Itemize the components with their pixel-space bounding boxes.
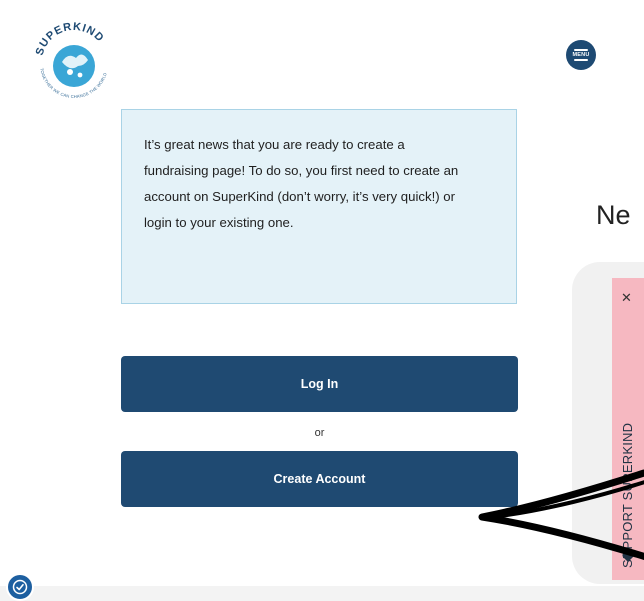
support-tab-label: SUPPORT SUPERKIND xyxy=(620,422,635,568)
menu-label: MENU xyxy=(572,52,590,58)
accessibility-button[interactable] xyxy=(6,573,34,601)
support-tab[interactable]: ✕ SUPPORT SUPERKIND xyxy=(612,278,644,580)
heart-icon xyxy=(622,552,634,562)
accessibility-icon xyxy=(12,579,28,595)
info-box: It’s great news that you are ready to cr… xyxy=(121,109,517,304)
menu-icon xyxy=(574,49,588,51)
superkind-logo[interactable]: SUPERKIND TOGETHER WE CAN CHANGE THE WOR… xyxy=(28,21,120,102)
bottom-strip xyxy=(0,586,644,601)
info-message: It’s great news that you are ready to cr… xyxy=(144,137,459,230)
menu-button[interactable]: MENU xyxy=(566,40,596,70)
side-heading: Ne xyxy=(596,200,631,230)
close-icon[interactable]: ✕ xyxy=(621,290,632,306)
menu-icon-lower-bar xyxy=(574,59,588,61)
logo-graphic: SUPERKIND TOGETHER WE CAN CHANGE THE WOR… xyxy=(34,21,108,99)
login-button[interactable]: Log In xyxy=(121,356,518,412)
or-separator: or xyxy=(314,427,325,439)
create-account-button[interactable]: Create Account xyxy=(121,451,518,507)
